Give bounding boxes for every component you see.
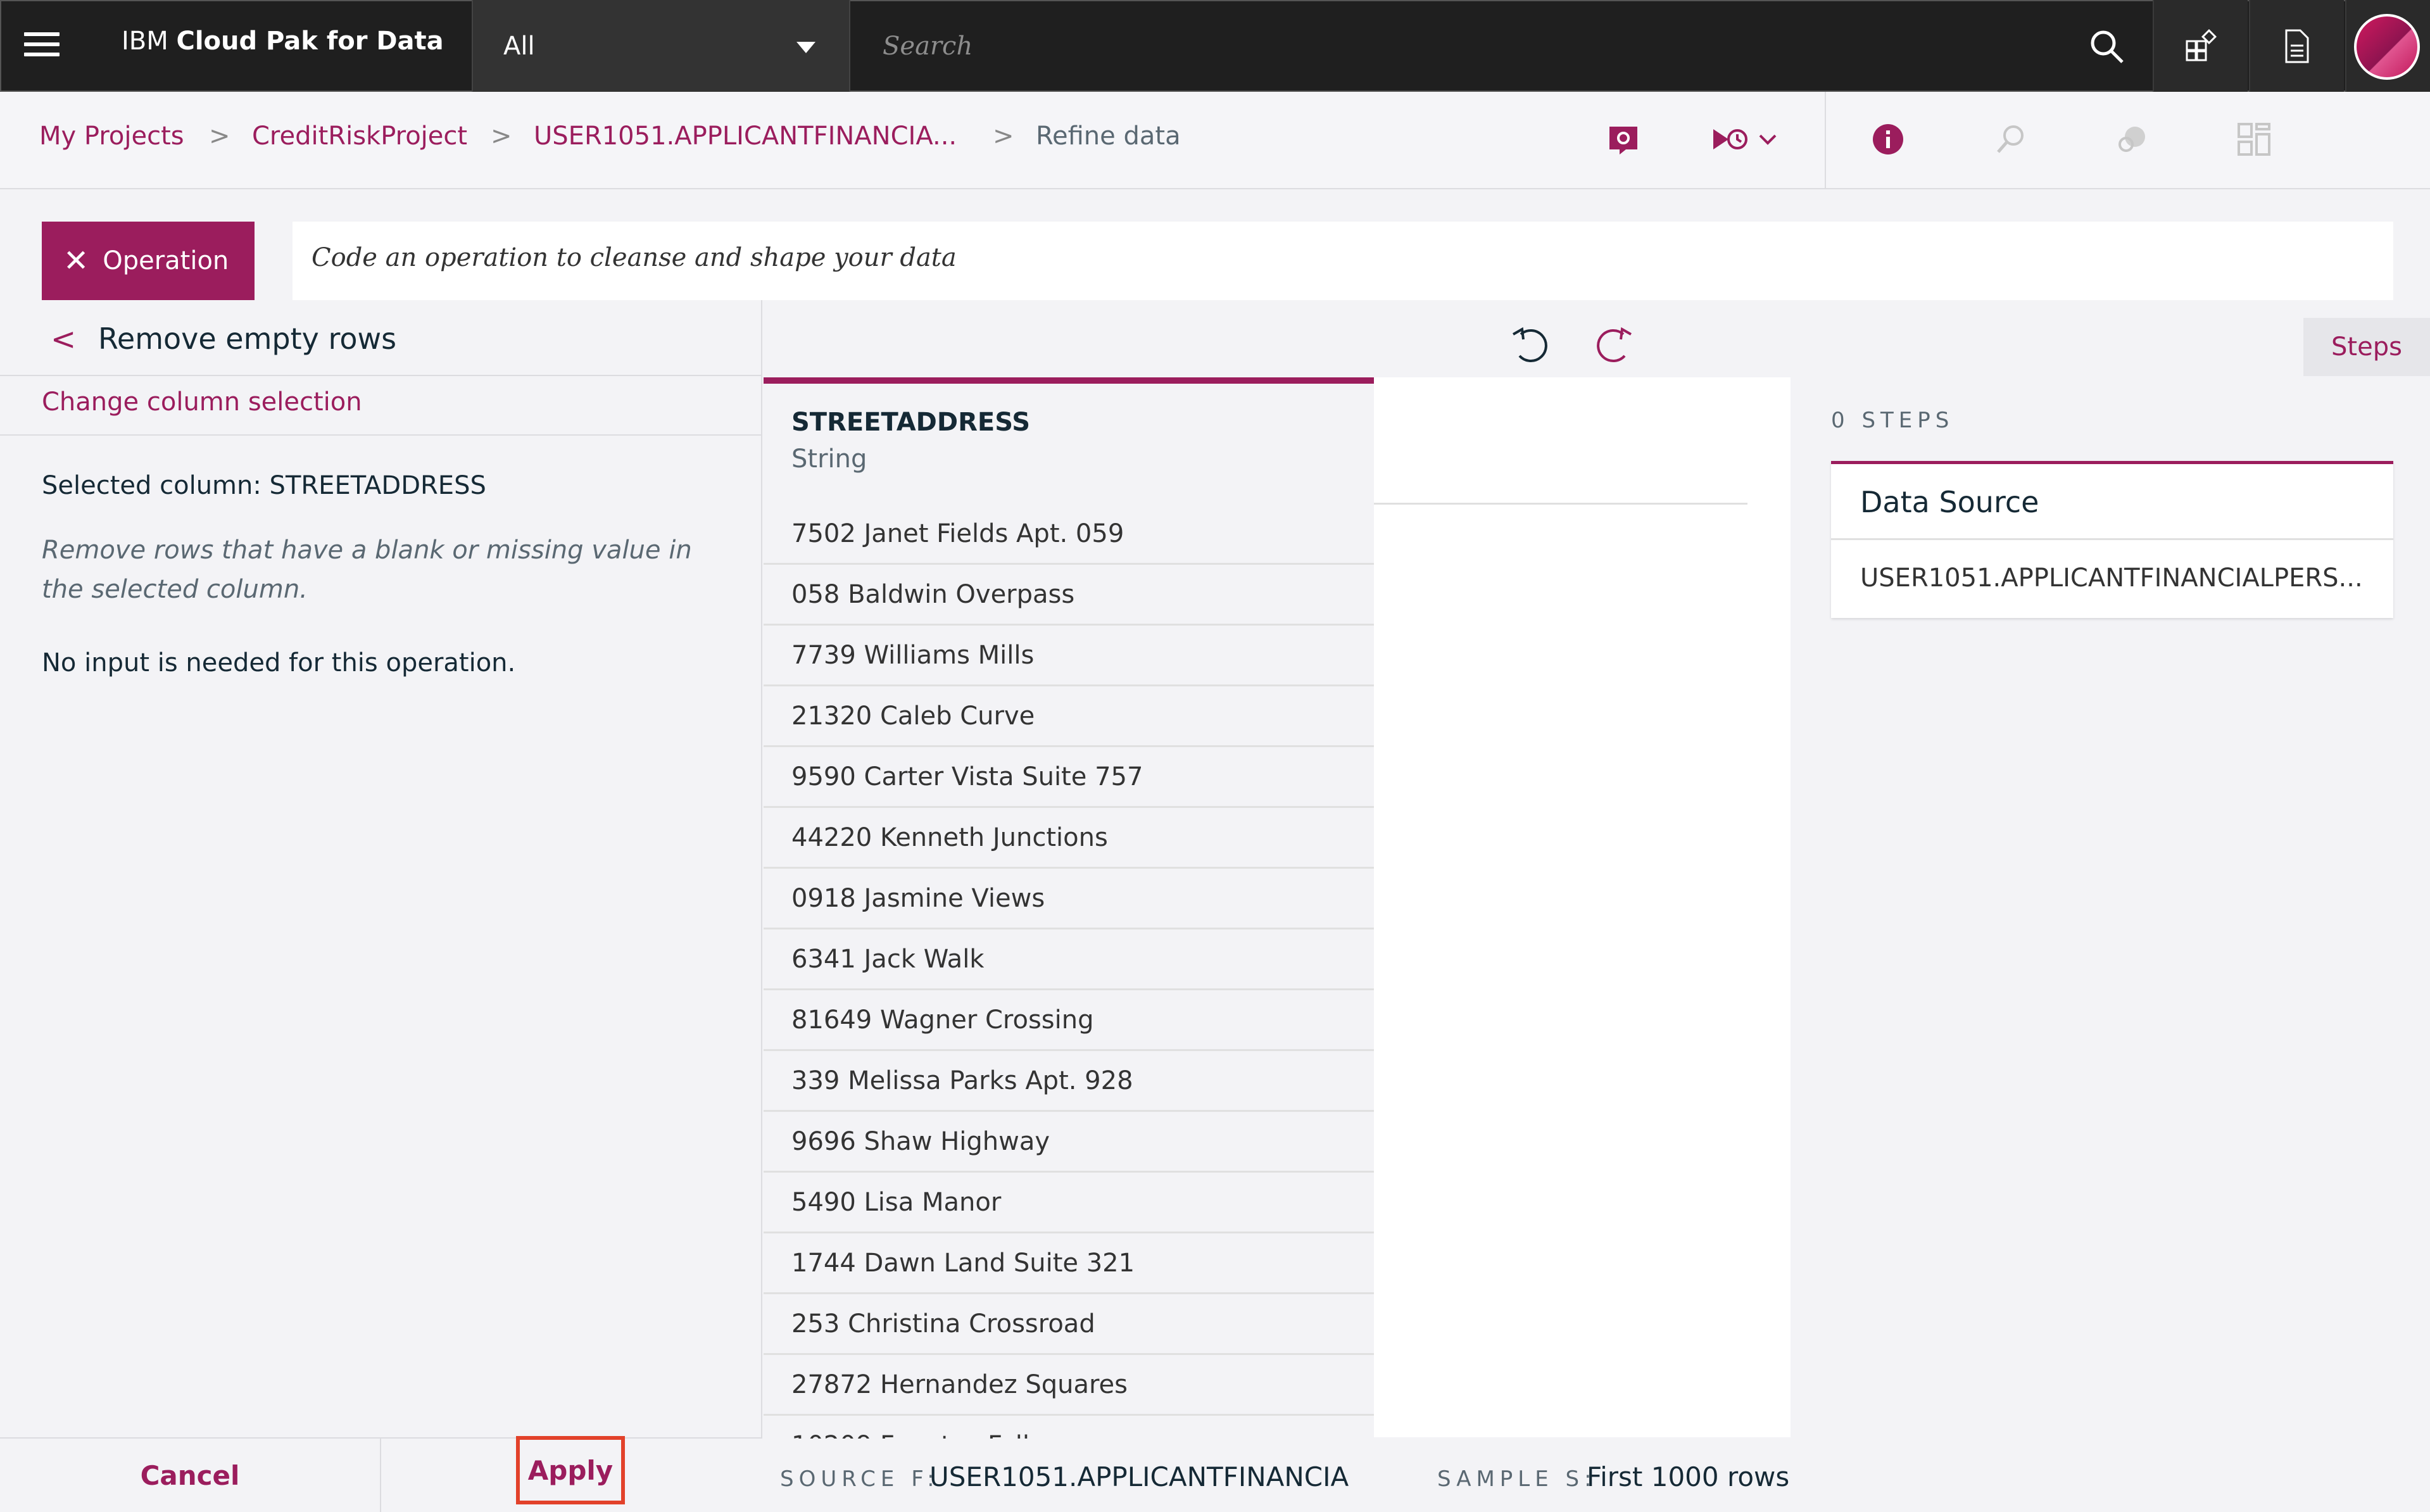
table-row[interactable]: 058 Baldwin Overpass	[764, 565, 1374, 626]
redo-icon[interactable]	[1589, 320, 1637, 369]
table-row[interactable]: 6341 Jack Walk	[764, 929, 1374, 990]
table-row[interactable]: 0918 Jasmine Views	[764, 869, 1374, 929]
operation-title: Remove empty rows	[98, 322, 397, 356]
undo-icon[interactable]	[1507, 320, 1555, 369]
run-schedule-icon[interactable]	[1709, 120, 1779, 158]
table-row[interactable]: 5490 Lisa Manor	[764, 1173, 1374, 1233]
hamburger-menu-icon[interactable]	[24, 28, 60, 63]
table-row[interactable]: 253 Christina Crossroad	[764, 1294, 1374, 1355]
footer-divider	[380, 1439, 381, 1512]
code-operation-placeholder: Code an operation to cleanse and shape y…	[312, 243, 957, 272]
close-icon: ✕	[63, 243, 89, 279]
search-input[interactable]: Search	[883, 32, 973, 61]
visualization-icon[interactable]	[2113, 120, 2151, 158]
source-file-value: USER1051.APPLICANTFINANCIA	[929, 1461, 1349, 1492]
document-icon	[2285, 29, 2309, 63]
table-row[interactable]: 27872 Hernandez Squares	[764, 1355, 1374, 1416]
table-row[interactable]: 9590 Carter Vista Suite 757	[764, 747, 1374, 808]
table-row[interactable]: 9696 Shaw Highway	[764, 1112, 1374, 1173]
cancel-button[interactable]: Cancel	[0, 1439, 380, 1512]
grid-rows: 7502 Janet Fields Apt. 059 058 Baldwin O…	[764, 504, 1374, 1439]
table-row[interactable]: 339 Melissa Parks Apt. 928	[764, 1051, 1374, 1112]
divider	[0, 434, 762, 436]
source-file-label: SOURCE F:	[780, 1466, 940, 1492]
sample-size-value: First 1000 rows	[1587, 1461, 1790, 1492]
profile-icon[interactable]	[1992, 120, 2030, 158]
change-column-selection-link[interactable]: Change column selection	[42, 387, 362, 417]
operation-label: Operation	[103, 246, 229, 275]
documentation-button[interactable]	[2249, 0, 2344, 92]
table-row[interactable]: 10209 Fuentes Fall	[764, 1416, 1374, 1439]
divider	[1831, 538, 2393, 540]
dashboard-icon[interactable]	[2235, 120, 2273, 158]
column-header-streetaddress[interactable]	[764, 384, 1374, 504]
toolbar-divider	[1825, 92, 1826, 188]
operation-button[interactable]: ✕ Operation	[42, 222, 255, 300]
breadcrumb-dataset[interactable]: USER1051.APPLICANTFINANCIA...	[534, 122, 957, 151]
scope-dropdown-value: All	[503, 32, 535, 61]
sample-size-label: SAMPLE S:	[1437, 1466, 1597, 1492]
breadcrumb-current: Refine data	[1036, 122, 1181, 151]
product-brand[interactable]: IBM Cloud Pak for Data	[122, 27, 444, 56]
apps-icon	[2186, 28, 2217, 61]
data-source-title: Data Source	[1860, 485, 2039, 519]
caret-down-icon	[796, 42, 815, 53]
breadcrumb-separator: >	[491, 122, 512, 151]
brand-name: Cloud Pak for Data	[176, 27, 444, 56]
catalog-grid-icon[interactable]	[2153, 0, 2248, 92]
table-row[interactable]: 81649 Wagner Crossing	[764, 990, 1374, 1051]
table-row[interactable]: 44220 Kenneth Junctions	[764, 808, 1374, 869]
avatar[interactable]	[2354, 14, 2420, 80]
table-row[interactable]: 21320 Caleb Curve	[764, 686, 1374, 747]
breadcrumb-project[interactable]: CreditRiskProject	[252, 122, 467, 151]
breadcrumb-my-projects[interactable]: My Projects	[39, 122, 184, 151]
apply-button[interactable]: Apply	[516, 1436, 625, 1504]
table-row[interactable]: 7502 Janet Fields Apt. 059	[764, 504, 1374, 565]
search-icon[interactable]	[2088, 28, 2125, 65]
table-row[interactable]: 7739 Williams Mills	[764, 626, 1374, 686]
back-chevron-icon[interactable]: <	[51, 322, 76, 357]
column-name: STREETADDRESS	[791, 408, 1031, 437]
steps-tab[interactable]: Steps	[2303, 318, 2430, 376]
grid-empty-area	[1374, 377, 1791, 1437]
data-source-value: USER1051.APPLICANTFINANCIALPERS...	[1860, 564, 2363, 593]
table-row[interactable]: 1744 Dawn Land Suite 321	[764, 1233, 1374, 1294]
info-icon[interactable]	[1869, 120, 1907, 158]
no-input-note: No input is needed for this operation.	[42, 648, 516, 677]
breadcrumb-separator: >	[993, 122, 1014, 151]
operation-description: Remove rows that have a blank or missing…	[42, 536, 692, 604]
grid-header-line	[1374, 503, 1747, 505]
data-flow-icon[interactable]	[1604, 120, 1642, 158]
column-type: String	[791, 444, 867, 474]
selected-column-indicator	[764, 377, 1374, 384]
breadcrumb-separator: >	[209, 122, 230, 151]
selected-column-text: Selected column: STREETADDRESS	[42, 471, 486, 500]
brand-prefix: IBM	[122, 27, 177, 56]
steps-count: 0 STEPS	[1831, 408, 1955, 433]
